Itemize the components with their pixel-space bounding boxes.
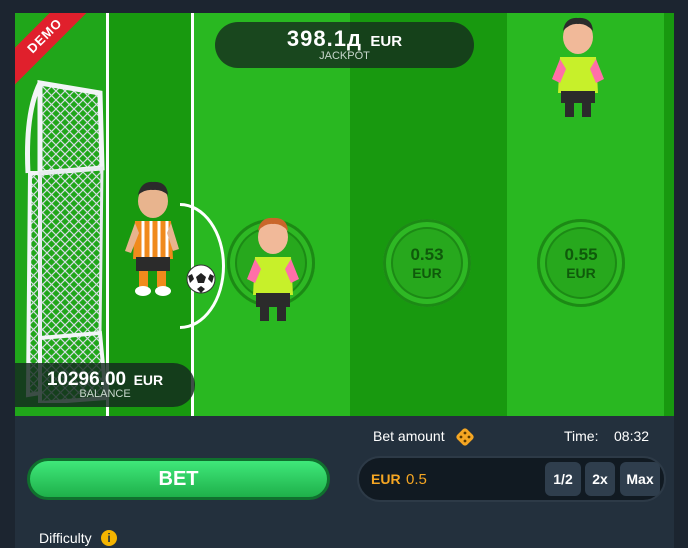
field-stripe [664, 13, 674, 416]
half-bet-button[interactable]: 1/2 [545, 462, 581, 496]
soccer-ball [186, 264, 216, 294]
coin-currency: EUR [412, 265, 442, 281]
double-bet-button[interactable]: 2x [585, 462, 615, 496]
jackpot-amount: 398.1д [286, 26, 362, 51]
bet-amount-field[interactable]: EUR 0.5 1/2 2x Max [357, 456, 666, 502]
bet-amount-label: Bet amount [373, 428, 445, 444]
balance-panel: 10296.00 EUR BALANCE [15, 363, 195, 407]
bet-currency: EUR [371, 471, 401, 487]
goal-net [25, 80, 109, 403]
defender-player [247, 217, 299, 321]
dice-icon[interactable] [455, 427, 475, 447]
time-label: Time: [564, 428, 599, 444]
field-stripe [350, 13, 507, 416]
coin-value: 0.53 [410, 245, 444, 264]
coin-step[interactable]: 0.55 EUR [537, 219, 625, 307]
bet-button[interactable]: BET [27, 458, 330, 500]
difficulty-label: Difficulty [39, 530, 92, 546]
soccer-field: DEMO 398.1д EUR JACKPOT 0.53 EUR 0.55 EU… [15, 13, 674, 416]
max-bet-button[interactable]: Max [620, 462, 660, 496]
coin-step[interactable]: 0.53 EUR [383, 219, 471, 307]
balance-currency: EUR [133, 372, 164, 388]
window-top-border [0, 0, 688, 13]
jackpot-currency: EUR [370, 33, 403, 50]
control-panel: Bet amount Time: 08:32 BET EUR 0.5 1/2 2… [15, 416, 674, 548]
bet-amount-input[interactable]: 0.5 [406, 471, 427, 488]
coin-value: 0.55 [564, 245, 598, 264]
jackpot-panel: 398.1д EUR JACKPOT [215, 22, 474, 68]
jackpot-label: JACKPOT [319, 50, 370, 62]
coin-currency: EUR [566, 265, 596, 281]
striker-player [125, 181, 179, 296]
time-value: 08:32 [614, 428, 650, 444]
window-right-border [674, 0, 688, 548]
balance-label: BALANCE [79, 388, 131, 400]
info-icon[interactable]: i [101, 530, 117, 546]
defender-player [552, 17, 604, 117]
window-left-border [0, 0, 15, 548]
